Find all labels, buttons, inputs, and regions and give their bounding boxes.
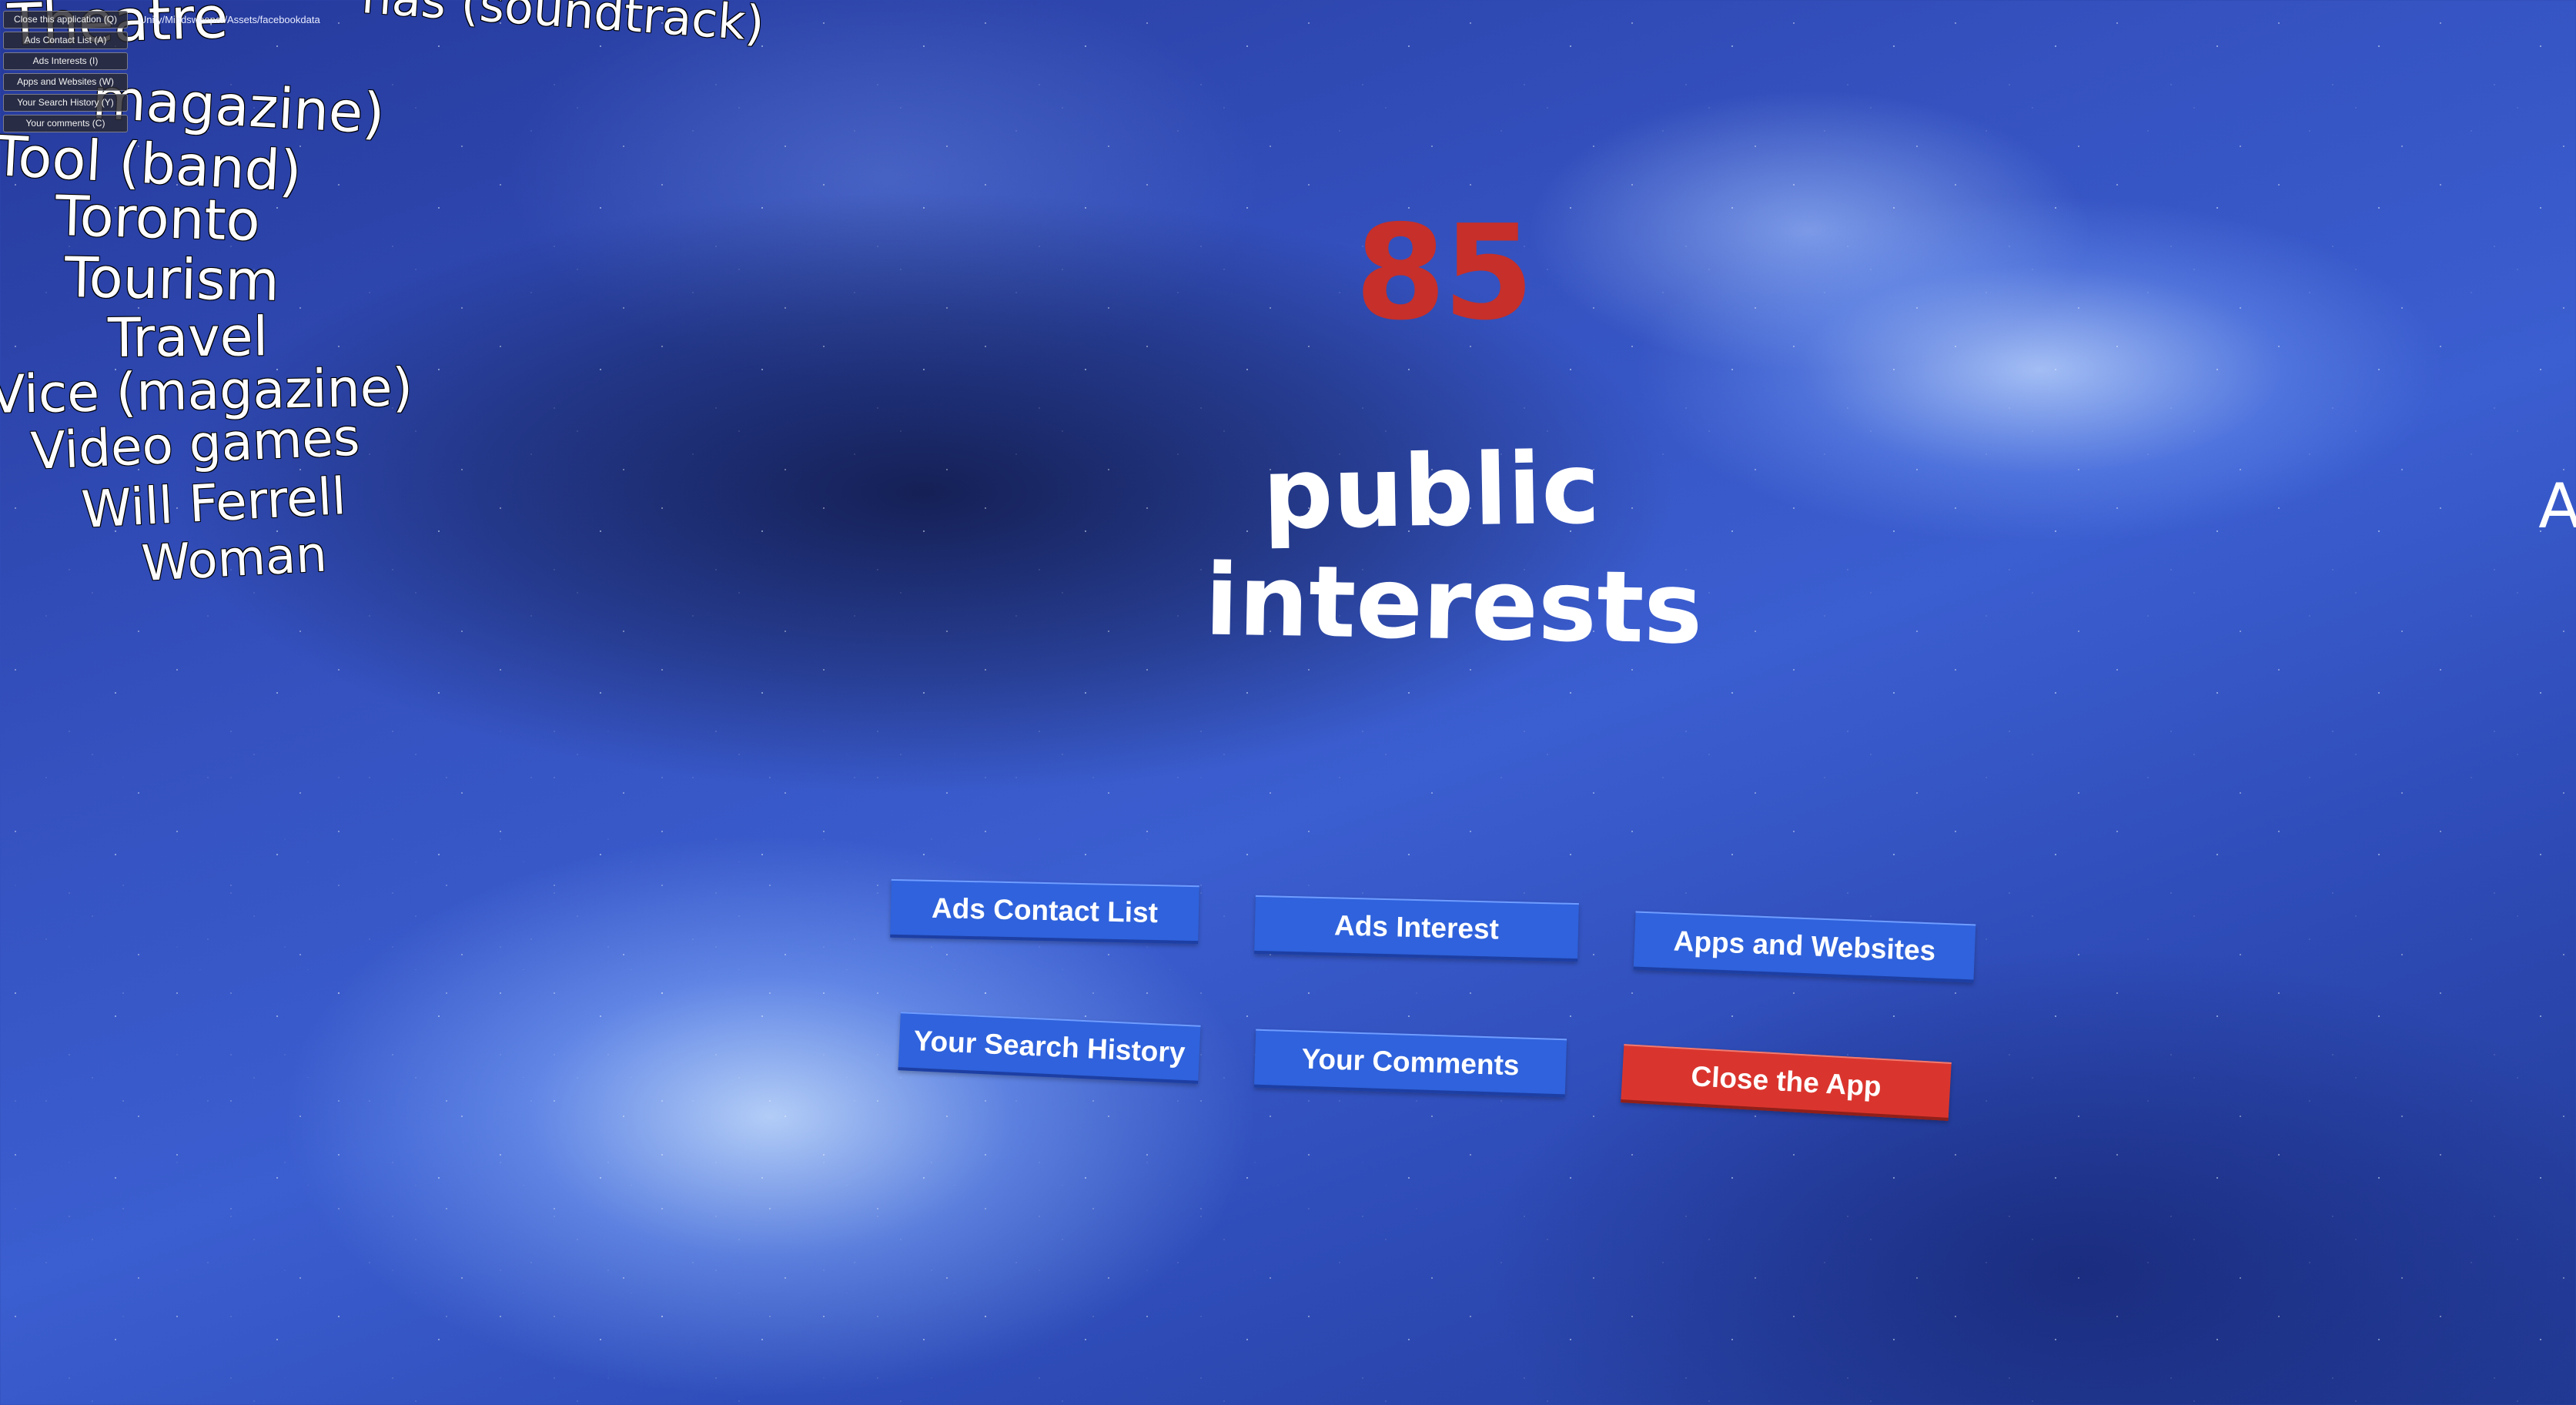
debug-your-search-history-button[interactable]: Your Search History (Y): [3, 94, 128, 112]
your-comments-button[interactable]: Your Comments: [1253, 1029, 1567, 1098]
count-label-line-1: public: [1261, 431, 1601, 552]
debug-ads-interests-button[interactable]: Ads Interests (I): [3, 52, 128, 70]
debug-menu: Close this application (Q) Ads Contact L…: [3, 11, 128, 132]
ads-interest-button[interactable]: Ads Interest: [1254, 895, 1579, 962]
count-label-line-2: interests: [1203, 543, 1704, 667]
interest-item: Toronto: [54, 183, 261, 253]
apps-and-websites-button[interactable]: Apps and Websites: [1633, 911, 1976, 983]
debug-path-text: ...Unity/Mindsweeper/Assets/facebookdata: [131, 14, 320, 25]
ads-contact-list-button[interactable]: Ads Contact List: [890, 878, 1199, 945]
debug-close-application-button[interactable]: Close this application (Q): [3, 11, 128, 28]
debug-ads-contact-list-button[interactable]: Ads Contact List (A): [3, 32, 128, 49]
interest-item: nas (soundtrack): [360, 0, 766, 52]
interest-item: Tourism: [64, 245, 280, 313]
debug-your-comments-button[interactable]: Your comments (C): [3, 115, 128, 132]
offscreen-label-fragment: A: [2538, 470, 2576, 542]
interest-item: Woman: [140, 526, 329, 593]
your-search-history-button[interactable]: Your Search History: [898, 1012, 1201, 1084]
interest-count: 85: [1355, 197, 1534, 350]
debug-apps-and-websites-button[interactable]: Apps and Websites (W): [3, 73, 128, 91]
close-app-button[interactable]: Close the App: [1621, 1044, 1952, 1121]
